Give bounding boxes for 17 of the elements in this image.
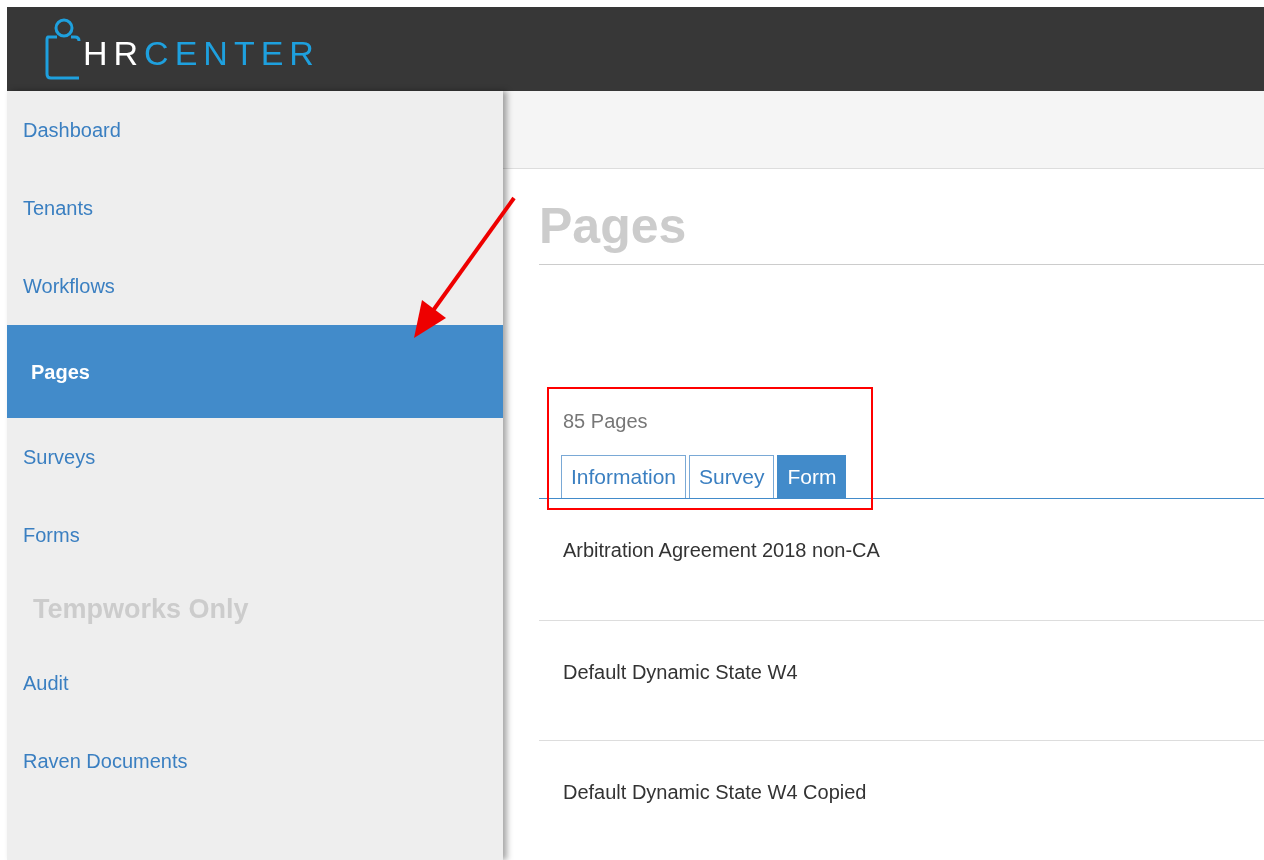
tab[interactable]: Information — [561, 455, 687, 499]
list-item-title[interactable]: Arbitration Agreement 2018 non-CA — [563, 539, 880, 562]
list-item-title[interactable]: Default Dynamic State W4 Copied — [563, 781, 867, 804]
sidebar-item[interactable]: Audit — [7, 644, 503, 722]
logo-text: HR CENTER — [83, 36, 320, 70]
list-item-title[interactable]: Default Dynamic State W4 — [563, 661, 798, 684]
sidebar-item[interactable]: Tenants — [7, 169, 503, 247]
sidebar-item[interactable]: Surveys — [7, 418, 503, 496]
tab[interactable]: Survey — [689, 455, 775, 499]
sidebar-item[interactable]: Pages — [7, 325, 503, 418]
sidebar-item[interactable]: Workflows — [7, 247, 503, 325]
person-icon — [45, 18, 81, 80]
tab[interactable]: Form — [777, 455, 847, 499]
sidebar-item[interactable]: Raven Documents — [7, 722, 503, 800]
sidebar-item[interactable]: Forms — [7, 496, 503, 574]
sidebar-item[interactable]: Dashboard — [7, 91, 503, 169]
page-count: 85 Pages — [563, 409, 648, 434]
